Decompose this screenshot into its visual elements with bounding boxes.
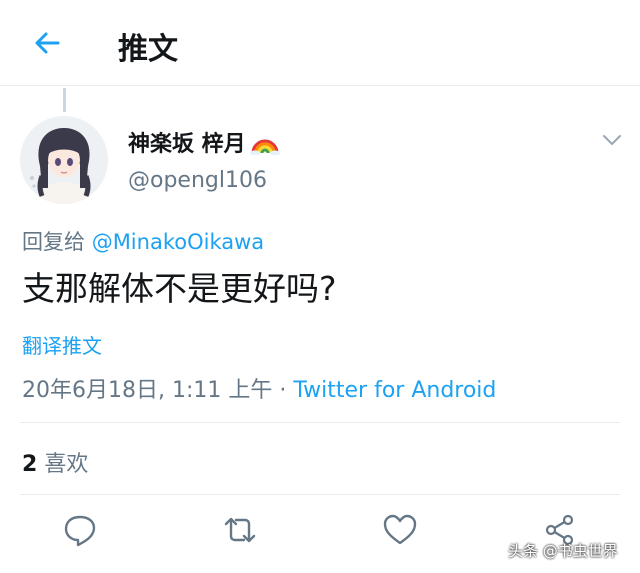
reply-mention-link[interactable]: @MinakoOikawa <box>92 230 264 254</box>
retweet-icon[interactable] <box>222 512 258 548</box>
divider <box>20 494 620 495</box>
reply-icon[interactable] <box>62 512 98 548</box>
tweet-text: 支那解体不是更好吗? <box>22 269 337 308</box>
timestamp: 20年6月18日, 1:11 上午 <box>22 378 273 403</box>
avatar[interactable] <box>20 116 108 204</box>
divider <box>20 422 620 423</box>
arrow-left-icon[interactable] <box>30 26 64 60</box>
page-title: 推文 <box>118 32 178 67</box>
watermark: 头条 @书虫世界 <box>508 542 618 560</box>
thread-connector-line <box>63 88 66 112</box>
meta-separator: · <box>272 378 294 403</box>
tweet-meta: 20年6月18日, 1:11 上午 · Twitter for Android <box>22 372 496 404</box>
reply-to-line: 回复给 @MinakoOikawa <box>22 226 264 256</box>
author-handle[interactable]: @opengl106 <box>128 168 267 193</box>
author-name-row[interactable]: 神楽坂 梓月 <box>128 126 280 158</box>
avatar-illustration <box>20 116 108 204</box>
header-bar: 推文 <box>0 0 640 86</box>
rainbow-icon <box>249 139 280 155</box>
like-icon[interactable] <box>382 512 418 548</box>
reply-prefix: 回复给 <box>22 230 85 254</box>
source-link[interactable]: Twitter for Android <box>293 378 496 403</box>
translate-tweet-link[interactable]: 翻译推文 <box>22 330 102 359</box>
likes-count: 2 <box>22 452 38 477</box>
author-name[interactable]: 神楽坂 梓月 <box>128 126 246 158</box>
chevron-down-icon[interactable] <box>600 130 624 150</box>
likes-label: 喜欢 <box>44 452 89 477</box>
likes-stat[interactable]: 2 喜欢 <box>22 446 88 478</box>
